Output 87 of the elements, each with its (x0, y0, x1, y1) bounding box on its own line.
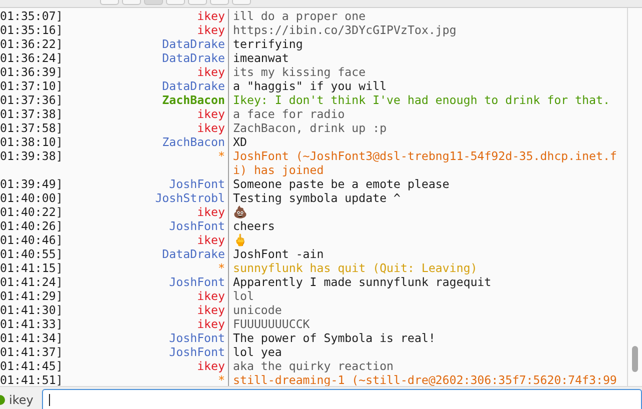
own-nickname[interactable]: ikey (9, 393, 34, 407)
timestamp: 01:41:15] (0, 261, 64, 275)
nickname: JoshStrobl (154, 191, 226, 205)
nickname: ikey (196, 317, 226, 331)
chat-message: its my kissing face (228, 65, 620, 79)
nickname: JoshFont (168, 219, 226, 233)
nickname: JoshFont (168, 345, 226, 359)
toolbar-button[interactable] (232, 0, 251, 5)
chat-message: a face for radio (228, 107, 620, 121)
message-input-field[interactable] (42, 389, 642, 409)
toolbar-button[interactable] (210, 0, 229, 5)
timestamp: 01:41:51] (0, 373, 64, 386)
toolbar-button[interactable] (122, 0, 141, 5)
timestamp: 01:41:24] (0, 275, 64, 289)
chat-message: Testing symbola update ^ (228, 191, 620, 205)
chat-message: sunnyflunk has quit (Quit: Leaving) (228, 261, 620, 275)
chat-message: JoshFont -ain (228, 247, 620, 261)
nickname: ikey (196, 23, 226, 37)
timestamp: 01:37:10] (0, 79, 64, 93)
nickname: JoshFont (168, 275, 226, 289)
timestamp: 01:37:38] (0, 107, 64, 121)
timestamp: 01:39:38] (0, 149, 64, 165)
toolbar-button[interactable] (188, 0, 207, 5)
nickname: DataDrake (161, 37, 226, 51)
nickname: DataDrake (161, 51, 226, 65)
chat-message: lol yea (228, 345, 620, 359)
chat-message: imeanwat (228, 51, 620, 65)
nickname: ikey (196, 205, 226, 219)
nickname: ikey (196, 359, 226, 373)
chat-message: JoshFont (~JoshFont3@dsl-trebng11-54f92d-35.dhcp.inet.fi) has joined (228, 149, 620, 177)
timestamp: 01:37:36] (0, 93, 64, 107)
scrollbar-thumb[interactable] (632, 346, 638, 372)
timestamp: 01:40:46] (0, 233, 64, 247)
nickname: ikey (196, 121, 226, 135)
timestamp: 01:40:55] (0, 247, 64, 261)
toolbar-button[interactable] (166, 0, 185, 5)
timestamp: 01:36:22] (0, 37, 64, 51)
chat-message: Apparently I made sunnyflunk ragequit (228, 275, 620, 289)
nickname: ZachBacon (161, 93, 226, 107)
chat-message: ZachBacon, drink up :p (228, 121, 620, 135)
nickname: * (217, 261, 226, 275)
nickname: DataDrake (161, 79, 226, 93)
timestamp: 01:41:29] (0, 289, 64, 303)
timestamp: 01:35:16] (0, 23, 64, 37)
nickname: * (217, 149, 226, 165)
chat-message: XD (228, 135, 620, 149)
timestamp: 01:39:49] (0, 177, 64, 191)
nickname: DataDrake (161, 247, 226, 261)
toolbar-button[interactable] (100, 0, 119, 5)
timestamp: 01:41:34] (0, 331, 64, 345)
timestamp: 01:41:30] (0, 303, 64, 317)
timestamp: 01:41:33] (0, 317, 64, 331)
nickname: * (217, 373, 226, 386)
nickname: ikey (196, 233, 226, 247)
nickname: ZachBacon (161, 135, 226, 149)
timestamp: 01:41:37] (0, 345, 64, 359)
chat-message: FUUUUUUUCCK (228, 317, 620, 331)
chat-message: Ikey: I don't think I've had enough to drink for that. (228, 93, 620, 107)
toolbar-button[interactable] (144, 0, 163, 5)
chat-message: terrifying (228, 37, 620, 51)
timestamp: 01:40:00] (0, 191, 64, 205)
timestamp: 01:40:26] (0, 219, 64, 233)
chat-message: Someone paste be a emote please (228, 177, 620, 191)
chat-message: lol (228, 289, 620, 303)
timestamp: 01:40:22] (0, 205, 64, 219)
timestamp: 01:35:07] (0, 9, 64, 23)
nickname: ikey (196, 107, 226, 121)
nickname: ikey (196, 65, 226, 79)
chat-message: ill do a proper one (228, 9, 620, 23)
timestamp: 01:38:10] (0, 135, 64, 149)
chat-message: a "haggis" if you will (228, 79, 620, 93)
timestamp: 01:36:24] (0, 51, 64, 65)
nickname: JoshFont (168, 331, 226, 345)
chat-message: unicode (228, 303, 620, 317)
chat-message: aka the quirky reaction (228, 359, 620, 373)
nickname: ikey (196, 289, 226, 303)
chat-message: The power of Symbola is real! (228, 331, 620, 345)
timestamp: 01:41:45] (0, 359, 64, 373)
chat-message: cheers (228, 219, 620, 233)
chat-message: 🖕 (228, 233, 620, 247)
nickname: JoshFont (168, 177, 226, 191)
chat-message: 💩 (228, 205, 620, 219)
timestamp: 01:36:39] (0, 65, 64, 79)
nickname: ikey (196, 303, 226, 317)
chat-message: https://ibin.co/3DYcGIPVzTox.jpg (228, 23, 620, 37)
nickname: ikey (196, 9, 226, 23)
timestamp: 01:37:58] (0, 121, 64, 135)
